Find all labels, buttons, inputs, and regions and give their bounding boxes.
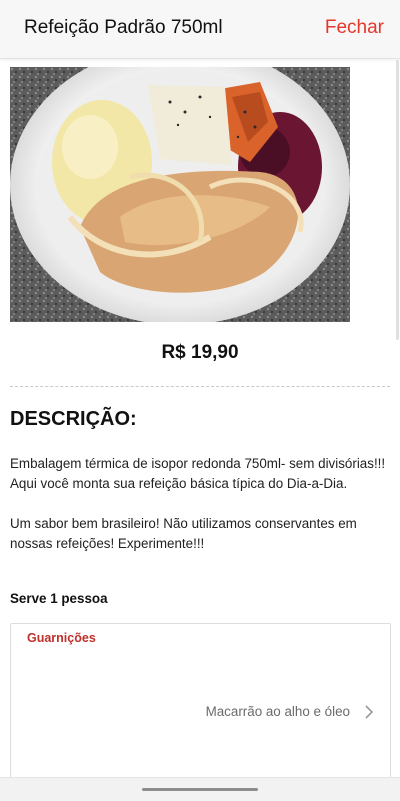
product-description: Embalagem térmica de isopor redonda 750m… — [10, 454, 390, 574]
description-heading: DESCRIÇÃO: — [10, 408, 137, 430]
home-indicator[interactable] — [142, 788, 258, 791]
description-paragraph: Embalagem térmica de isopor redonda 750m… — [10, 456, 386, 491]
option-group-label: Guarnições — [27, 631, 96, 645]
product-price: R$ 19,90 — [161, 342, 239, 363]
description-paragraph: Um sabor bem brasileiro! Não utilizamos … — [10, 516, 357, 551]
scrollbar[interactable] — [396, 60, 399, 340]
selected-option-label: Macarrão ao alho e óleo — [205, 704, 350, 719]
system-nav-bar — [0, 777, 400, 801]
side-dish-selector[interactable]: Macarrão ao alho e óleo — [11, 696, 390, 728]
product-image — [10, 67, 350, 322]
app-header: Refeição Padrão 750ml Fechar — [0, 0, 400, 59]
dashed-divider — [10, 386, 390, 387]
close-button[interactable]: Fechar — [325, 17, 384, 39]
chevron-right-icon — [364, 705, 374, 719]
serving-info: Serve 1 pessoa — [10, 591, 108, 606]
options-card: Guarnições Macarrão ao alho e óleo — [10, 623, 391, 785]
page-title: Refeição Padrão 750ml — [24, 17, 223, 38]
